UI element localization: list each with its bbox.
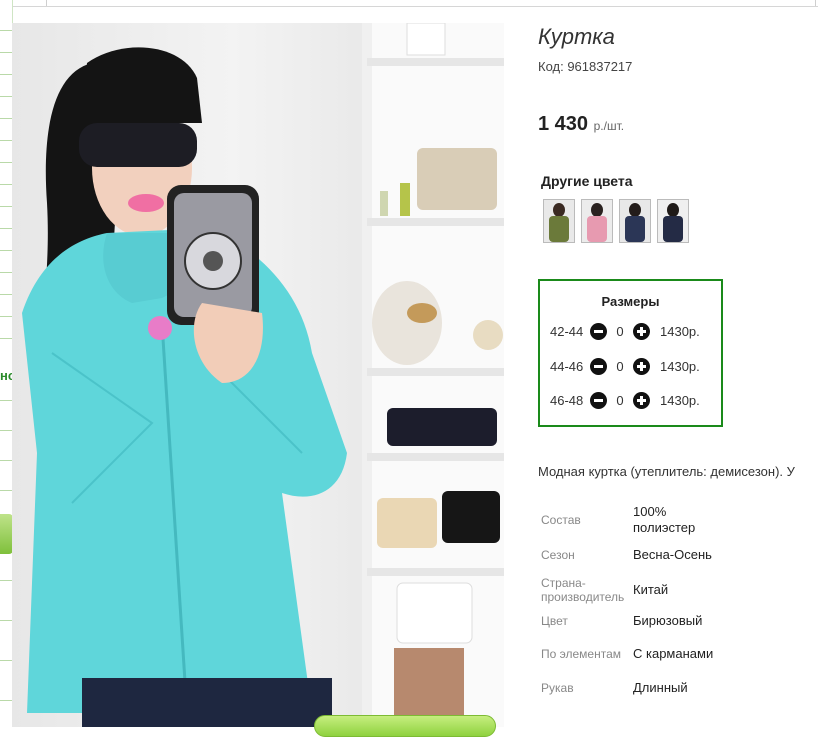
color-swatch-dark-navy[interactable]	[657, 199, 689, 243]
color-swatch-olive[interactable]	[543, 199, 575, 243]
spec-row: Состав 100% полиэстер	[538, 503, 728, 537]
buy-button[interactable]	[314, 715, 496, 737]
decrease-quantity-button[interactable]	[590, 391, 607, 409]
spec-value: Китай	[633, 582, 669, 597]
product-title: Куртка	[538, 24, 615, 49]
sizes-heading: Размеры	[601, 294, 660, 309]
top-border	[0, 0, 818, 7]
size-row: 44-46 0 1430р.	[550, 356, 700, 376]
size-price: 1430р.	[660, 323, 700, 339]
color-swatch-list	[543, 199, 689, 243]
spec-value: С карманами	[633, 646, 714, 661]
spec-row: Сезон Весна-Осень	[538, 537, 728, 573]
product-photo[interactable]	[12, 23, 504, 727]
specs-table: Состав 100% полиэстер Сезон Весна-Осень Ст…	[538, 503, 728, 703]
size-row: 46-48 0 1430р.	[550, 390, 700, 410]
spec-value: Бирюзовый	[633, 613, 703, 628]
spec-value: Длинный	[633, 680, 688, 695]
color-swatch-navy[interactable]	[619, 199, 651, 243]
spec-row: Страна-производитель Китай	[538, 573, 728, 607]
size-label: 42-44	[550, 323, 584, 339]
spec-key: По элементам	[541, 647, 622, 661]
spec-row: Цвет Бирюзовый	[538, 607, 728, 635]
product-price: 1 430 р./шт.	[538, 113, 624, 136]
spec-row: Рукав Длинный	[538, 673, 728, 703]
size-label: 46-48	[550, 392, 584, 408]
spec-row: По элементам С карманами	[538, 635, 728, 673]
spec-value: 100% полиэстер	[633, 504, 696, 535]
size-price: 1430р.	[660, 392, 700, 408]
increase-quantity-button[interactable]	[633, 391, 650, 409]
other-colors-heading: Другие цвета	[541, 173, 633, 189]
quantity-value: 0	[616, 323, 624, 339]
size-row: 42-44 0 1430р.	[550, 321, 700, 341]
price-unit: р./шт.	[593, 119, 625, 133]
spec-key: Страна-производитель	[541, 576, 625, 604]
increase-quantity-button[interactable]	[633, 322, 650, 340]
spec-key: Сезон	[541, 548, 575, 562]
size-price: 1430р.	[660, 358, 700, 374]
decrease-quantity-button[interactable]	[590, 357, 607, 375]
quantity-value: 0	[616, 358, 624, 374]
spec-value: Весна-Осень	[633, 547, 712, 562]
decrease-quantity-button[interactable]	[590, 322, 607, 340]
sizes-box: Размеры 42-44 0 1430р. 44-46 0 1430р. 46…	[538, 279, 723, 427]
color-swatch-pink[interactable]	[581, 199, 613, 243]
spec-key: Рукав	[541, 681, 574, 695]
product-code: Код: 961837217	[538, 59, 633, 74]
quantity-value: 0	[616, 392, 624, 408]
product-description: Модная куртка (утеплитель: демисезон). У	[538, 464, 795, 479]
increase-quantity-button[interactable]	[633, 357, 650, 375]
spec-key: Цвет	[541, 614, 568, 628]
price-value: 1 430	[538, 113, 589, 135]
size-label: 44-46	[550, 358, 584, 374]
spec-key: Состав	[541, 513, 581, 527]
